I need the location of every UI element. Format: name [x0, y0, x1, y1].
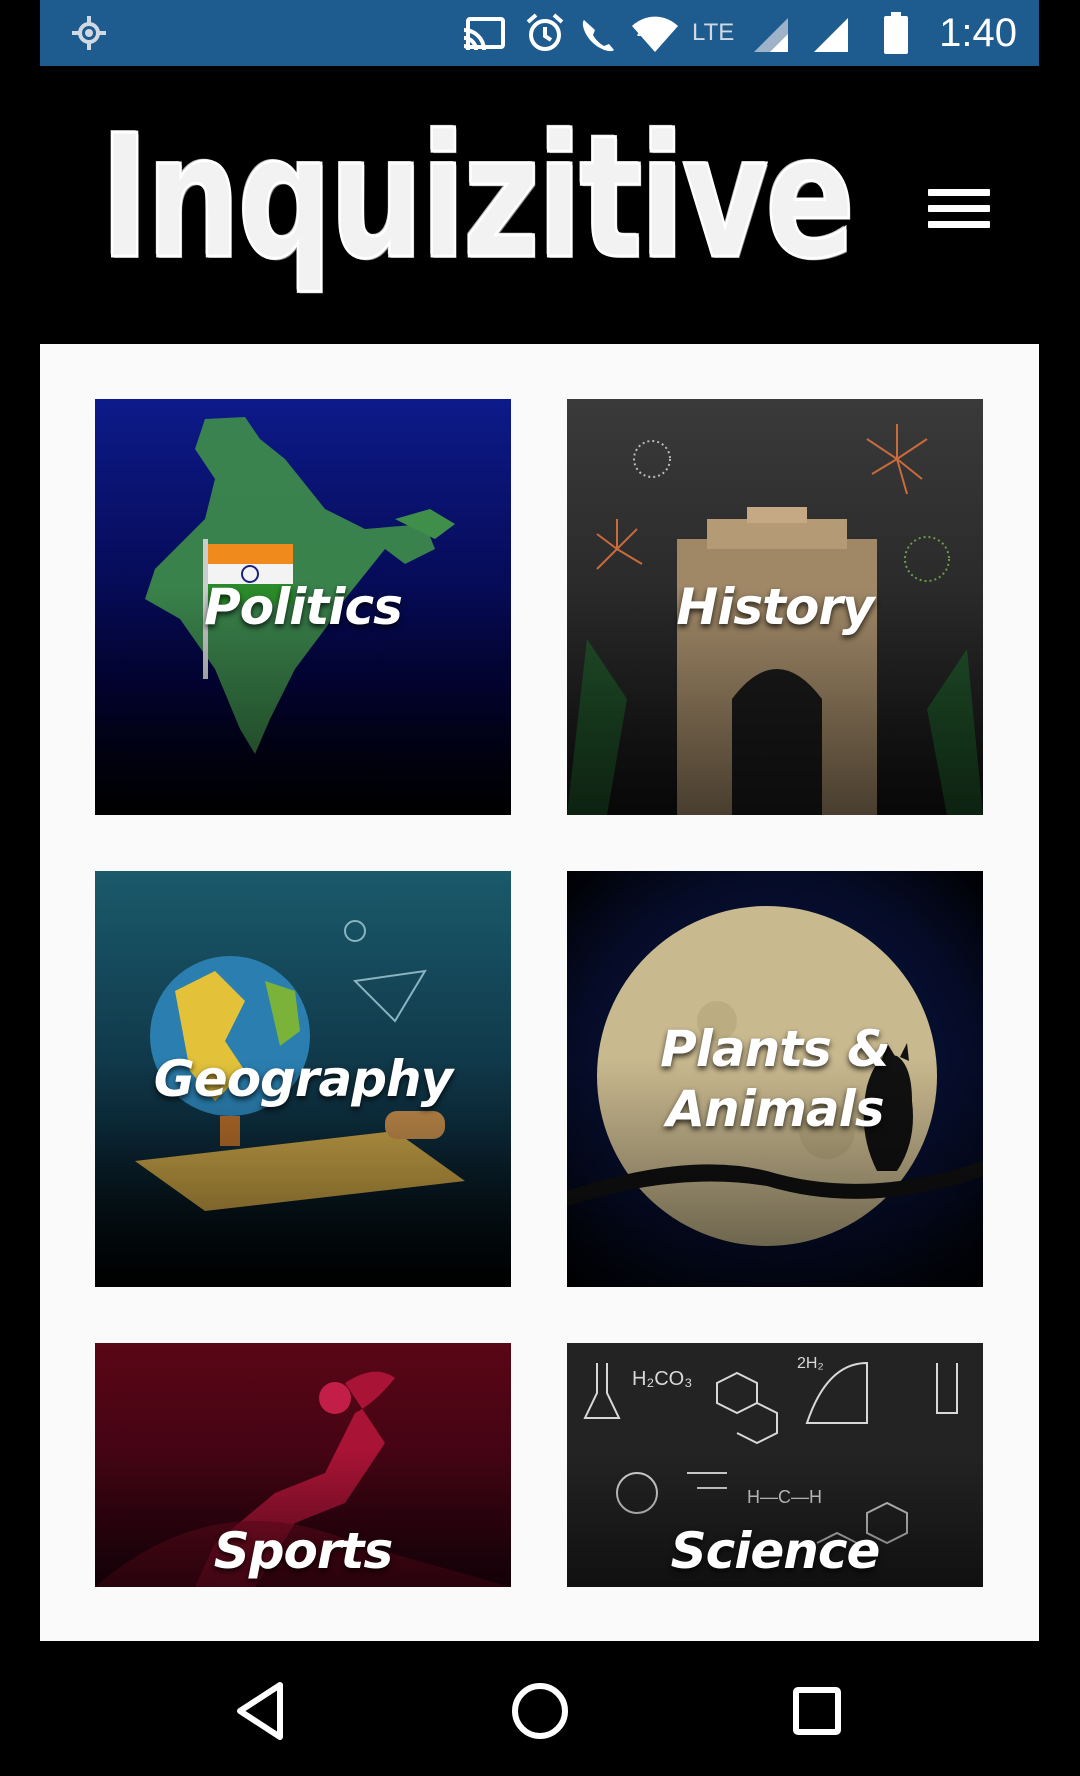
status-bar: 4G LTE 1:40	[40, 0, 1039, 66]
category-label: Geography	[153, 1050, 453, 1108]
category-tile-sports[interactable]: Sports	[95, 1343, 511, 1587]
category-label: Politics	[204, 578, 403, 636]
app-logo[interactable]: Inquizitive	[99, 112, 856, 285]
back-icon[interactable]	[222, 1671, 302, 1751]
battery-icon	[884, 12, 908, 54]
home-icon[interactable]	[500, 1671, 580, 1751]
category-label: Plants & Animals	[660, 1020, 891, 1138]
signal-icon	[814, 18, 848, 52]
clock: 1:40	[939, 10, 1017, 55]
navigation-bar	[0, 1641, 1080, 1776]
wifi-icon	[632, 16, 678, 53]
alarm-icon	[526, 13, 564, 51]
wifi-calling-icon	[582, 20, 614, 52]
app-header: Inquizitive	[0, 66, 1080, 344]
location-icon	[72, 16, 106, 50]
category-tile-history[interactable]: History	[567, 399, 983, 815]
category-tile-geography[interactable]: Geography	[95, 871, 511, 1287]
category-tile-plants-animals[interactable]: Plants & Animals	[567, 871, 983, 1287]
recents-icon[interactable]	[777, 1671, 857, 1751]
network-type: LTE	[692, 19, 735, 46]
category-tile-science[interactable]: H₂CO₃ 2H₂ H—C—H Science	[567, 1343, 983, 1587]
category-tile-politics[interactable]: Politics	[95, 399, 511, 815]
category-label: Science	[670, 1522, 881, 1580]
category-label: Sports	[213, 1522, 393, 1580]
hamburger-menu-icon[interactable]	[924, 181, 994, 237]
category-grid: Politics History Geography Plants & Anim…	[40, 344, 1039, 1641]
cast-icon	[463, 17, 505, 51]
signal-icon	[754, 18, 788, 52]
category-label: History	[676, 578, 874, 636]
